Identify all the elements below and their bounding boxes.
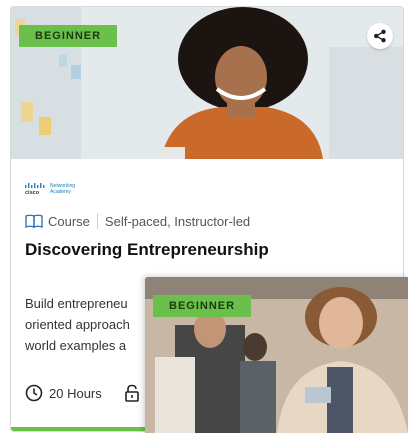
provider-logo: cisco Networking Academy [25, 183, 80, 196]
description-line: Build entrepreneu [25, 296, 128, 311]
course-image: BEGINNER [11, 7, 403, 159]
course-title[interactable]: Discovering Entrepreneurship [25, 240, 269, 260]
share-button[interactable] [367, 23, 393, 49]
cisco-bars-icon [25, 183, 45, 188]
level-badge-2: BEGINNER [153, 295, 252, 317]
course-description: Build entrepreneu oriented approach worl… [25, 293, 143, 356]
book-icon [25, 214, 43, 228]
meta-divider [96, 213, 98, 229]
course-duration: 20 Hours [49, 385, 102, 401]
description-line: world examples a [25, 338, 127, 353]
cisco-wordmark: cisco [25, 189, 40, 196]
provider-name-line2: Academy [50, 188, 71, 195]
level-badge: BEGINNER [19, 25, 118, 47]
course-footer: 20 Hours [25, 384, 140, 402]
course-type: Course [48, 213, 90, 229]
provider-name: Networking Academy [50, 183, 80, 195]
clock-icon [25, 384, 43, 402]
description-line: oriented approach [25, 317, 130, 332]
course-meta: Course Self-paced, Instructor-led [25, 213, 250, 229]
lock-icon [124, 384, 139, 402]
share-icon [374, 29, 386, 43]
course-card-overlay[interactable]: BEGINNER [145, 277, 408, 433]
delivery-mode: Self-paced, Instructor-led [104, 213, 251, 229]
cisco-logo: cisco [25, 183, 47, 196]
